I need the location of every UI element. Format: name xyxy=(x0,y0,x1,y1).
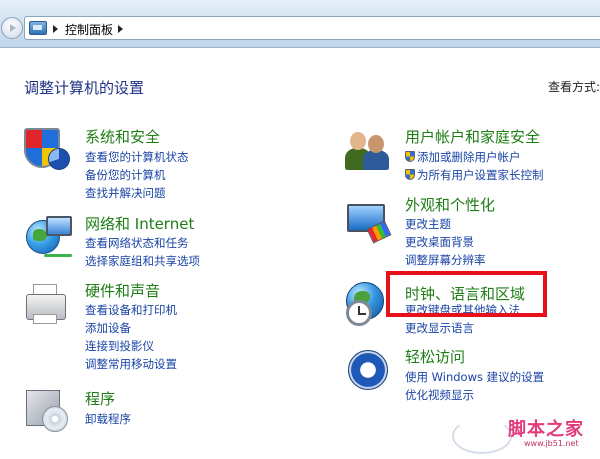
accessibility-icon xyxy=(348,350,388,390)
link-add-device[interactable]: 添加设备 xyxy=(85,320,131,336)
link-optimize-visual-display[interactable]: 优化视频显示 xyxy=(405,387,474,403)
breadcrumb-control-panel[interactable]: 控制面板 xyxy=(65,21,113,38)
hardware-sound-icon[interactable] xyxy=(22,284,70,332)
link-screen-resolution[interactable]: 调整屏幕分辨率 xyxy=(405,252,486,268)
link-label: 为所有用户设置家长控制 xyxy=(417,168,544,182)
link-network-status[interactable]: 查看网络状态和任务 xyxy=(85,235,189,251)
link-devices-printers[interactable]: 查看设备和打印机 xyxy=(85,302,177,318)
link-windows-suggested-settings[interactable]: 使用 Windows 建议的设置 xyxy=(405,369,544,385)
address-toolbar: 控制面板 xyxy=(0,0,600,48)
uac-shield-icon xyxy=(405,169,415,180)
user-head-icon xyxy=(350,132,366,150)
link-troubleshoot[interactable]: 查找并解决问题 xyxy=(85,185,166,201)
link-desktop-background[interactable]: 更改桌面背景 xyxy=(405,234,474,250)
system-security-icon[interactable] xyxy=(22,126,70,174)
link-label: 添加或删除用户帐户 xyxy=(417,150,521,164)
uac-shield-icon xyxy=(405,151,415,162)
clock-region-icon[interactable] xyxy=(344,282,392,330)
link-mobility-settings[interactable]: 调整常用移动设置 xyxy=(85,356,177,372)
user-body-icon xyxy=(363,150,389,170)
link-view-computer-status[interactable]: 查看您的计算机状态 xyxy=(85,149,189,165)
watermark-brand: 脚本之家 xyxy=(508,419,584,440)
category-title-ease-of-access[interactable]: 轻松访问 xyxy=(405,346,465,367)
page-title: 调整计算机的设置 xyxy=(24,79,145,97)
link-connect-projector[interactable]: 连接到投影仪 xyxy=(85,338,154,354)
watermark-arc xyxy=(452,418,512,454)
category-title-hardware-sound[interactable]: 硬件和声音 xyxy=(85,280,160,301)
view-by-label[interactable]: 查看方式: xyxy=(548,78,600,95)
category-title-network[interactable]: 网络和 Internet xyxy=(85,213,194,234)
programs-icon[interactable] xyxy=(24,388,72,436)
link-homegroup-sharing[interactable]: 选择家庭组和共享选项 xyxy=(85,253,200,269)
user-head-icon xyxy=(368,135,384,153)
disc-icon xyxy=(42,406,68,432)
link-uninstall-program[interactable]: 卸载程序 xyxy=(85,411,131,427)
category-title-programs[interactable]: 程序 xyxy=(85,388,115,409)
appearance-icon[interactable] xyxy=(347,198,395,246)
link-change-theme[interactable]: 更改主题 xyxy=(405,216,451,232)
category-title-user-accounts[interactable]: 用户帐户和家庭安全 xyxy=(405,126,540,147)
breadcrumb-arrow-icon[interactable] xyxy=(53,25,58,33)
highlight-box xyxy=(386,271,547,317)
user-accounts-icon[interactable] xyxy=(345,126,393,174)
network-internet-icon[interactable] xyxy=(24,214,72,262)
monitor-icon xyxy=(46,216,72,236)
category-title-appearance[interactable]: 外观和个性化 xyxy=(405,194,495,215)
link-parental-controls[interactable]: 为所有用户设置家长控制 xyxy=(405,167,544,183)
link-backup-computer[interactable]: 备份您的计算机 xyxy=(85,167,166,183)
ease-of-access-icon[interactable] xyxy=(346,348,394,396)
clock-icon xyxy=(346,300,372,326)
breadcrumb-arrow-icon[interactable] xyxy=(118,25,123,33)
forward-button[interactable] xyxy=(1,17,23,39)
watermark-url: www.jb51.net xyxy=(524,439,579,448)
control-panel-icon xyxy=(29,21,47,35)
chart-icon xyxy=(48,148,70,170)
link-add-remove-users[interactable]: 添加或删除用户帐户 xyxy=(405,149,521,165)
category-title-system-security[interactable]: 系统和安全 xyxy=(85,126,160,147)
link-change-display-language[interactable]: 更改显示语言 xyxy=(405,320,474,336)
cable-icon xyxy=(44,254,72,257)
address-bar[interactable]: 控制面板 xyxy=(24,16,600,40)
paper-icon xyxy=(33,314,57,324)
